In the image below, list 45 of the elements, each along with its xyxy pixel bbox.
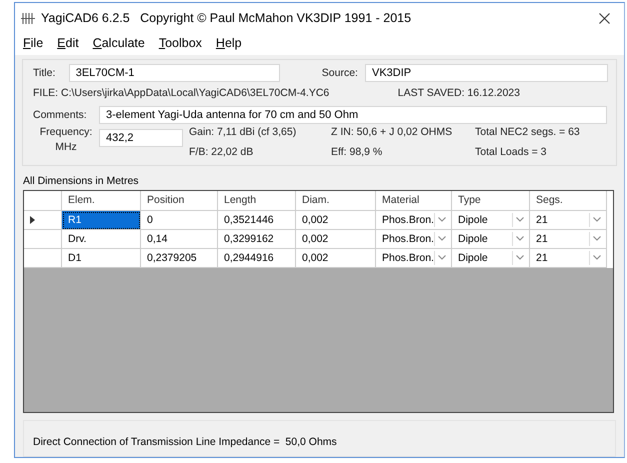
table-cell: 0,2944916 bbox=[218, 248, 296, 268]
table-cell: 0,002 bbox=[296, 248, 376, 268]
status-text: Direct Connection of Transmission Line Impedance = 50,0 Ohms bbox=[33, 436, 337, 448]
menu-item[interactable]: Help bbox=[216, 36, 242, 56]
table-cell: 0,2379205 bbox=[141, 248, 218, 268]
nec-segments: Total NEC2 segs. = 63 bbox=[475, 126, 580, 138]
efficiency-reading: Eff: 98,9 % bbox=[331, 146, 384, 158]
file-path: FILE: C:\Users\jirka\AppData\Local\YagiCAD6\3EL70CM-4.YC6 bbox=[33, 87, 330, 100]
impedance-reading: Z IN: 50,6 + J 0,02 OHMS bbox=[331, 126, 454, 138]
comments-label: Comments: bbox=[33, 109, 88, 122]
frequency-field[interactable]: 432,2 bbox=[99, 129, 183, 148]
fb-reading: F/B: 22,02 dB bbox=[189, 146, 254, 158]
dropdown-cell[interactable]: Phos.Bron. bbox=[376, 248, 452, 268]
menu-item[interactable]: Edit bbox=[57, 36, 79, 56]
grid-caption: All Dimensions in Metres bbox=[23, 174, 140, 187]
dropdown-cell[interactable]: 21 bbox=[530, 248, 607, 268]
chevron-down-icon bbox=[438, 217, 446, 222]
title-label: Title: bbox=[33, 67, 56, 80]
chevron-down-icon bbox=[593, 236, 601, 242]
total-loads: Total Loads = 3 bbox=[475, 146, 548, 158]
chevron-down-icon bbox=[516, 217, 524, 222]
chevron-down-icon bbox=[516, 236, 524, 242]
chevron-down-icon bbox=[516, 255, 524, 260]
dropdown-cell[interactable]: Dipole bbox=[452, 248, 530, 268]
last-saved: LAST SAVED: 16.12.2023 bbox=[398, 87, 520, 100]
close-icon bbox=[598, 12, 610, 24]
gain-reading: Gain: 7,11 dBi (cf 3,65) bbox=[189, 126, 298, 138]
chevron-down-icon bbox=[438, 236, 446, 242]
chevron-down-icon bbox=[593, 217, 601, 222]
source-label: Source: bbox=[322, 67, 359, 80]
chevron-down-icon bbox=[438, 255, 446, 260]
comments-field[interactable]: 3-element Yagi-Uda antenna for 70 cm and 50 Ohm bbox=[99, 106, 607, 124]
menu-item[interactable]: Toolbox bbox=[158, 36, 202, 56]
window-title: YagiCAD6 6.2.5 Copyright © Paul McMahon VK3DIP 1991 - 2015 bbox=[41, 11, 412, 25]
frequency-label: Frequency: bbox=[40, 126, 92, 138]
menu-item[interactable]: Calculate bbox=[92, 36, 145, 56]
title-field[interactable]: 3EL70CM-1 bbox=[68, 64, 280, 82]
table-cell: D1 bbox=[62, 248, 141, 268]
table-cell: R1 bbox=[62, 210, 141, 230]
frequency-unit: MHz bbox=[55, 141, 77, 154]
app-logo-icon bbox=[21, 12, 35, 24]
source-field[interactable]: VK3DIP bbox=[365, 64, 608, 82]
chevron-down-icon bbox=[593, 255, 601, 260]
current-row-icon bbox=[30, 216, 35, 224]
menu-item[interactable]: File bbox=[23, 36, 44, 56]
